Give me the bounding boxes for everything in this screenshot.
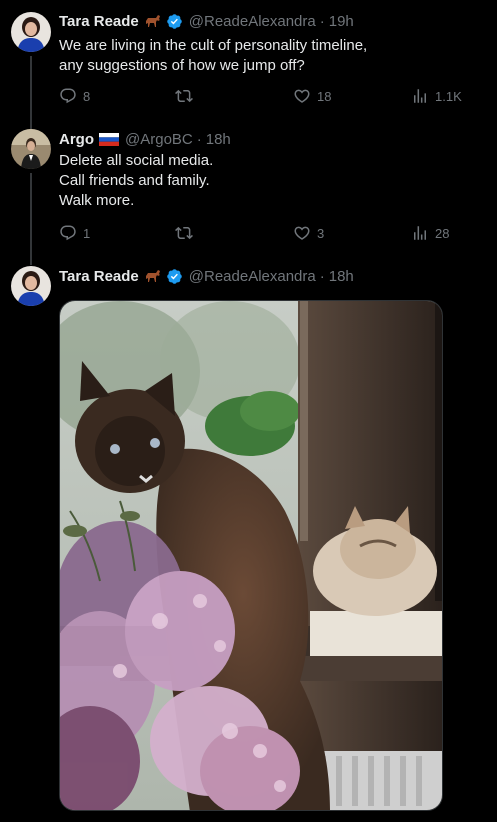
tweet-photo[interactable] [59, 300, 443, 811]
tweet-text: Delete all social media. Call friends an… [59, 151, 479, 211]
russia-flag-icon [99, 132, 119, 146]
retweet-icon [175, 226, 193, 240]
tweet-1[interactable]: Tara Reade @ReadeAlexandra · 19h We are … [0, 0, 497, 128]
like-count: 3 [317, 225, 325, 241]
retweet-button[interactable] [175, 223, 199, 243]
timestamp[interactable]: 18h [206, 131, 231, 148]
verified-badge-icon [166, 268, 183, 285]
tweet-text-line: Walk more. [59, 192, 135, 209]
reply-button[interactable]: 1 [59, 223, 90, 243]
separator-dot: · [319, 267, 325, 285]
avatar[interactable] [11, 12, 51, 52]
reply-icon [60, 225, 76, 241]
tweet-text-line: Delete all social media. [59, 152, 214, 169]
views-icon [414, 226, 426, 240]
retweet-icon [175, 89, 193, 103]
like-button[interactable]: 3 [293, 223, 324, 243]
tweet-text: We are living in the cult of personality… [59, 36, 479, 76]
thread-line [30, 56, 32, 128]
thread-line [30, 173, 32, 265]
tweet-header: Tara Reade @ReadeAlexandra · 19h [59, 11, 354, 31]
reply-icon [60, 88, 76, 104]
views-icon [414, 89, 426, 103]
heart-icon [294, 226, 310, 240]
separator-dot: · [319, 12, 325, 30]
reply-count: 1 [83, 225, 91, 241]
handle[interactable]: @ReadeAlexandra [189, 13, 316, 30]
handle[interactable]: @ArgoBC [125, 131, 193, 148]
horse-icon [144, 14, 162, 28]
action-bar: 8 18 1.1K [59, 86, 479, 106]
tweet-header: Tara Reade @ReadeAlexandra · 18h [59, 266, 354, 286]
like-button[interactable]: 18 [293, 86, 331, 106]
tweet-text-line: Call friends and family. [59, 172, 210, 189]
retweet-button[interactable] [175, 86, 199, 106]
tweet-header: Argo @ArgoBC · 18h [59, 129, 231, 149]
views-button[interactable]: 1.1K [411, 86, 462, 106]
reply-count: 8 [83, 88, 91, 104]
reply-button[interactable]: 8 [59, 86, 90, 106]
views-button[interactable]: 28 [411, 223, 449, 243]
verified-badge-icon [166, 13, 183, 30]
avatar[interactable] [11, 266, 51, 306]
tweet-text-line: We are living in the cult of personality… [59, 37, 368, 54]
display-name[interactable]: Tara Reade [59, 268, 139, 285]
separator-dot: · [196, 130, 202, 148]
handle[interactable]: @ReadeAlexandra [189, 268, 316, 285]
timestamp[interactable]: 19h [329, 13, 354, 30]
display-name[interactable]: Argo [59, 131, 94, 148]
timestamp[interactable]: 18h [329, 268, 354, 285]
like-count: 18 [317, 88, 332, 104]
views-count: 1.1K [435, 88, 462, 104]
views-count: 28 [435, 225, 450, 241]
tweet-text-line: any suggestions of how we jump off? [59, 57, 305, 74]
action-bar: 1 3 28 [59, 223, 479, 243]
tweet-2[interactable]: Argo @ArgoBC · 18h Delete all social med… [0, 125, 497, 265]
heart-icon [294, 89, 310, 103]
horse-icon [144, 269, 162, 283]
avatar[interactable] [11, 129, 51, 169]
display-name[interactable]: Tara Reade [59, 13, 139, 30]
